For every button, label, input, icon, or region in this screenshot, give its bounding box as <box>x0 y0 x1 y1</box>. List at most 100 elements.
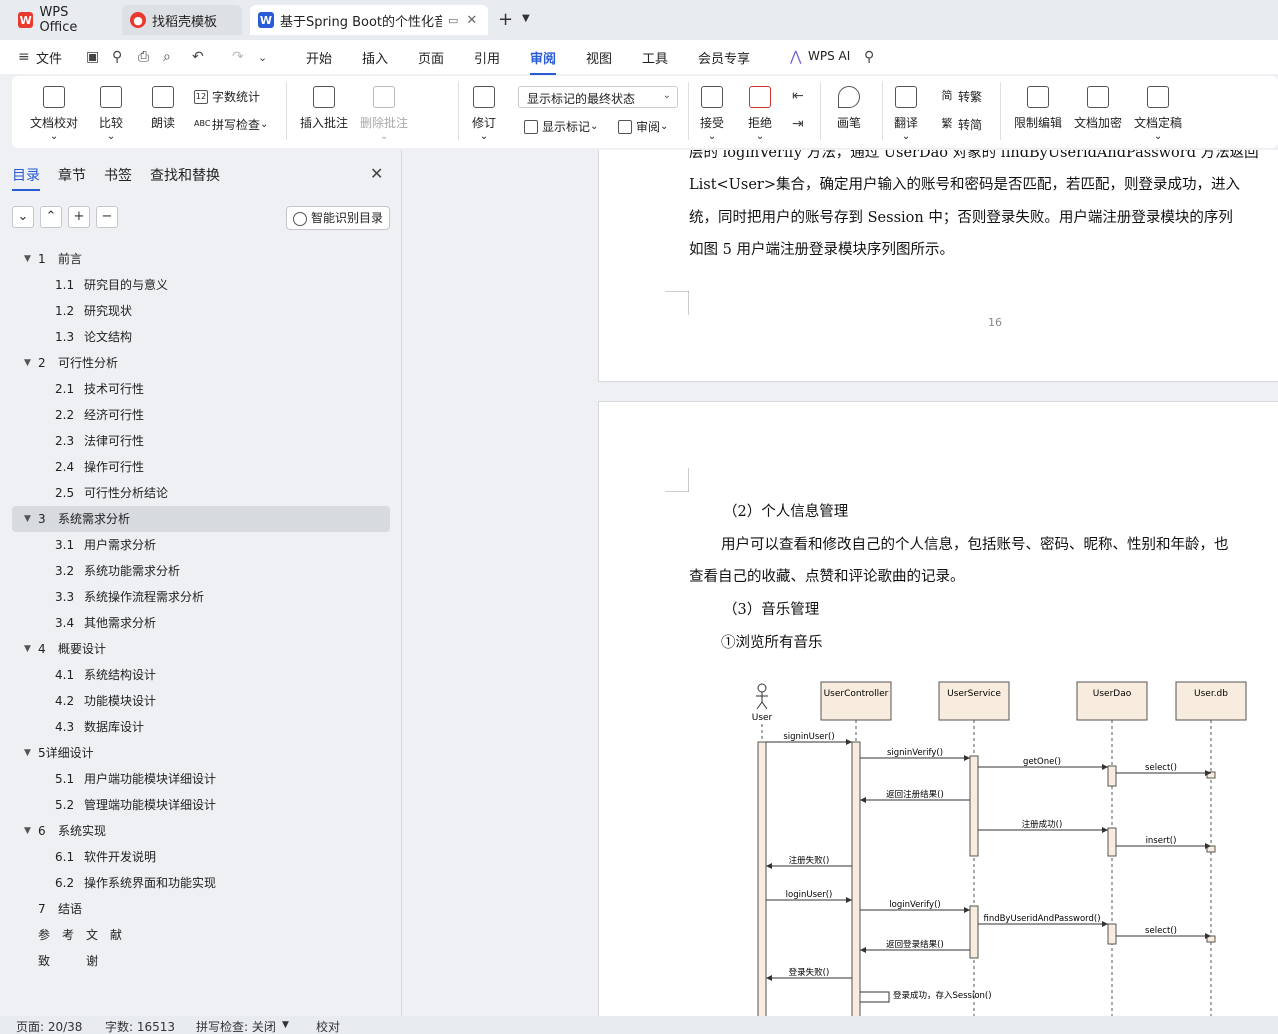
toc-item[interactable]: 3.3 系统操作流程需求分析 <box>12 584 390 610</box>
page-indicator[interactable]: 页面: 20/38 <box>16 1018 82 1034</box>
toc-item[interactable]: 4.1 系统结构设计 <box>12 662 390 688</box>
tab-wps-office[interactable]: W WPS Office <box>10 5 116 35</box>
markup-state-select[interactable]: 显示标记的最终状态 ⌄ <box>518 86 678 108</box>
spell-check-button[interactable]: ABC 拼写检查 ⌄ <box>194 116 268 133</box>
toc-item[interactable]: 1.1 研究目的与意义 <box>12 272 390 298</box>
menu-wps-ai[interactable]: WPS AI <box>808 49 850 63</box>
next-change-icon[interactable]: ⇥ <box>792 116 804 132</box>
revise-label: 修订 <box>472 116 497 130</box>
chevron-down-icon: ⌄ <box>707 131 717 142</box>
translate-icon <box>895 86 917 108</box>
expand-triangle-icon[interactable]: ▼ <box>24 350 31 376</box>
previous-change-icon[interactable]: ⇤ <box>792 88 804 104</box>
search-icon[interactable]: ⚲ <box>864 49 874 65</box>
translate-button[interactable]: 翻译 ⌄ <box>894 86 918 142</box>
reject-button[interactable]: 拒绝 ⌄ <box>748 86 772 142</box>
toc-item[interactable]: 5.2 管理端功能模块详细设计 <box>12 792 390 818</box>
tab-document[interactable]: W 基于Spring Boot的个性化音乐 ▭ ✕ <box>250 5 488 35</box>
smart-toc-button[interactable]: 智能识别目录 <box>286 206 390 230</box>
more-chevron-icon[interactable]: ⌄ <box>258 51 267 64</box>
toc-item[interactable]: 1.2 研究现状 <box>12 298 390 324</box>
toc-item[interactable]: 2.4 操作可行性 <box>12 454 390 480</box>
tab-find-replace[interactable]: 查找和替换 <box>150 165 220 185</box>
show-markup-button[interactable]: 显示标记 ⌄ <box>524 118 598 135</box>
toc-item[interactable]: ▼ 6 系统实现 <box>12 818 390 844</box>
finalize-button[interactable]: 文档定稿 ⌄ <box>1134 86 1182 142</box>
toc-item[interactable]: ▼ 2 可行性分析 <box>12 350 390 376</box>
compare-button[interactable]: 比较 ⌄ <box>99 86 123 142</box>
word-count-button[interactable]: 12 字数统计 <box>194 88 260 105</box>
toc-item[interactable]: 4.2 功能模块设计 <box>12 688 390 714</box>
close-tab-icon[interactable]: ✕ <box>466 13 477 28</box>
expand-triangle-icon[interactable]: ▼ <box>24 506 31 532</box>
toc-item[interactable]: ▼ 1 前言 <box>12 246 390 272</box>
menu-insert[interactable]: 插入 <box>362 48 388 67</box>
toc-item[interactable]: 2.3 法律可行性 <box>12 428 390 454</box>
delete-comment-button[interactable]: 删除批注 ⌄ <box>360 86 408 142</box>
tab-bookmarks[interactable]: 书签 <box>104 165 132 185</box>
toc-item[interactable]: 2.2 经济可行性 <box>12 402 390 428</box>
toc-item[interactable]: 3.2 系统功能需求分析 <box>12 558 390 584</box>
expand-triangle-icon[interactable]: ▼ <box>24 818 31 844</box>
review-pane-button[interactable]: 审阅 ⌄ <box>618 118 668 135</box>
spell-check-indicator[interactable]: 拼写检查: 关闭 <box>196 1018 276 1034</box>
toc-item-title: 用户端功能模块详细设计 <box>84 772 217 786</box>
toc-item[interactable]: 1.3 论文结构 <box>12 324 390 350</box>
menu-review[interactable]: 审阅 <box>530 48 557 75</box>
toc-item[interactable]: 2.1 技术可行性 <box>12 376 390 402</box>
toc-item[interactable]: 致 谢 <box>12 948 390 974</box>
toc-item[interactable]: 3.1 用户需求分析 <box>12 532 390 558</box>
to-simplified-button[interactable]: 繁 转简 <box>940 116 983 133</box>
expand-triangle-icon[interactable]: ▼ <box>24 740 31 766</box>
menu-page[interactable]: 页面 <box>418 48 444 67</box>
tab-docer[interactable]: ● 找稻壳模板 <box>122 5 242 35</box>
toc-item[interactable]: 5.1 用户端功能模块详细设计 <box>12 766 390 792</box>
menu-member[interactable]: 会员专享 <box>698 48 750 67</box>
expand-triangle-icon[interactable]: ▼ <box>24 636 31 662</box>
toc-item[interactable]: ▼ 3 系统需求分析 <box>12 506 390 532</box>
chevron-down-icon[interactable]: ▼ <box>282 1020 289 1030</box>
toc-item[interactable]: 4.3 数据库设计 <box>12 714 390 740</box>
collapse-up-button[interactable]: ⌃ <box>40 206 62 228</box>
toc-item[interactable]: 7 结语 <box>12 896 390 922</box>
remove-heading-button[interactable]: − <box>96 206 118 228</box>
encrypt-button[interactable]: 文档加密 <box>1074 86 1122 131</box>
expand-triangle-icon[interactable]: ▼ <box>24 246 31 272</box>
doc-check-button[interactable]: 文档校对 ⌄ <box>30 86 78 142</box>
toc-item[interactable]: 3.4 其他需求分析 <box>12 610 390 636</box>
new-tab-icon[interactable]: + <box>498 9 513 30</box>
toc-item[interactable]: 参 考 文 献 <box>12 922 390 948</box>
revise-button[interactable]: 修订 ⌄ <box>472 86 496 142</box>
toc-item[interactable]: 2.5 可行性分析结论 <box>12 480 390 506</box>
undo-icon[interactable]: ↶ <box>192 49 204 65</box>
menu-tools[interactable]: 工具 <box>642 48 668 67</box>
print-preview-icon[interactable]: ⌕ <box>163 49 171 65</box>
restrict-edit-button[interactable]: 限制编辑 <box>1014 86 1062 131</box>
redo-icon[interactable]: ↷ <box>232 49 244 65</box>
print-icon[interactable]: ⎙ <box>138 49 149 65</box>
share-icon[interactable]: ⚲ <box>112 49 122 65</box>
collapse-down-button[interactable]: ⌄ <box>12 206 34 228</box>
menu-file[interactable]: 文件 <box>36 48 62 67</box>
add-heading-button[interactable]: + <box>68 206 90 228</box>
save-icon[interactable]: ▣ <box>86 49 99 65</box>
menu-view[interactable]: 视图 <box>586 48 612 67</box>
toc-item[interactable]: ▼ 4 概要设计 <box>12 636 390 662</box>
menu-start[interactable]: 开始 <box>306 48 332 67</box>
toc-item[interactable]: ▼ 5详细设计 <box>12 740 390 766</box>
read-aloud-button[interactable]: 朗读 <box>151 86 175 131</box>
toc-item[interactable]: 6.2 操作系统界面和功能实现 <box>12 870 390 896</box>
to-traditional-button[interactable]: 简 转繁 <box>940 88 983 105</box>
close-pane-icon[interactable]: ✕ <box>370 164 383 183</box>
proof-indicator[interactable]: 校对 <box>316 1018 340 1034</box>
toc-item[interactable]: 6.1 软件开发说明 <box>12 844 390 870</box>
hamburger-icon[interactable]: ≡ <box>18 49 30 65</box>
chevron-down-icon[interactable]: ▼ <box>522 13 530 24</box>
accept-button[interactable]: 接受 ⌄ <box>700 86 724 142</box>
insert-comment-button[interactable]: 插入批注 <box>300 86 348 131</box>
word-count-indicator[interactable]: 字数: 16513 <box>105 1018 175 1034</box>
draw-button[interactable]: 画笔 <box>837 86 861 131</box>
tab-sections[interactable]: 章节 <box>58 165 86 185</box>
tab-toc[interactable]: 目录 <box>12 165 40 191</box>
menu-reference[interactable]: 引用 <box>474 48 500 67</box>
